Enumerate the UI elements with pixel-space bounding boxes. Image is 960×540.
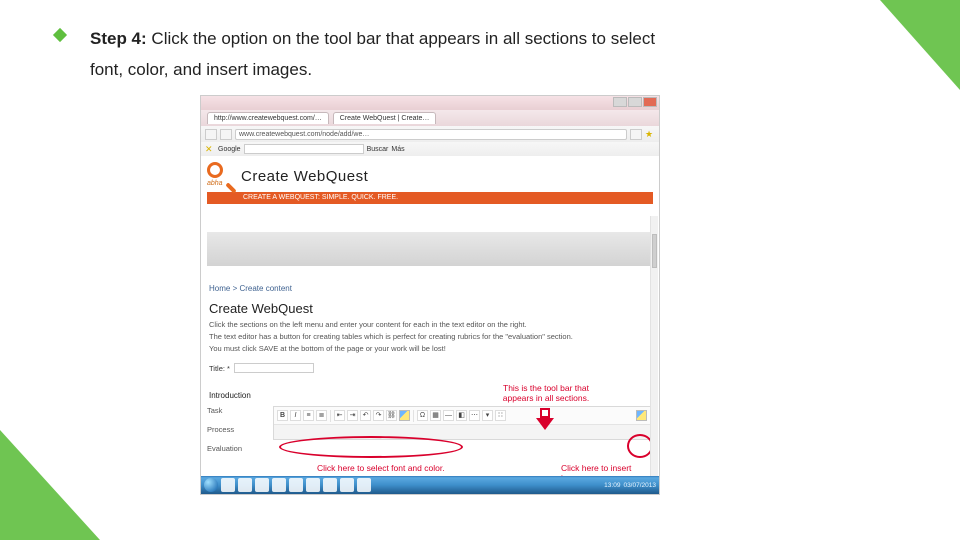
- bullet-icon: [53, 28, 67, 42]
- start-orb-icon[interactable]: [204, 478, 218, 492]
- google-more-btn[interactable]: Más: [391, 146, 404, 153]
- tray-time: 13:09: [604, 482, 620, 489]
- browser-tabs: http://www.createwebquest.com/… Create W…: [201, 110, 659, 126]
- step-line-2: font, color, and insert images.: [90, 60, 312, 80]
- step-line: Step 4: Click the option on the tool bar…: [90, 25, 840, 52]
- fav-icon: ✕: [205, 144, 215, 154]
- bookmark-star-icon[interactable]: ★: [645, 129, 655, 139]
- source-button[interactable]: ◧: [456, 410, 467, 421]
- more-button-3[interactable]: ∷: [495, 410, 506, 421]
- task-icon-2[interactable]: [238, 478, 252, 492]
- screenshot: http://www.createwebquest.com/… Create W…: [200, 95, 660, 495]
- callout-toolbar: This is the tool bar that appears in all…: [491, 384, 601, 404]
- window-close-button[interactable]: [643, 97, 657, 107]
- browser-tab-1[interactable]: http://www.createwebquest.com/…: [207, 112, 329, 124]
- tray-date: 03/07/2013: [623, 482, 656, 489]
- task-icon-6[interactable]: [306, 478, 320, 492]
- decor-triangle-bottom: [0, 430, 100, 540]
- page-title: Create WebQuest: [209, 301, 651, 316]
- address-bar-row: www.createwebquest.com/node/add/we… ★: [201, 126, 659, 142]
- ad-banner: [207, 232, 653, 266]
- author-label: abha: [207, 180, 223, 187]
- task-icon-9[interactable]: [357, 478, 371, 492]
- google-search-input[interactable]: [244, 144, 364, 154]
- indent-button[interactable]: ⇥: [347, 410, 358, 421]
- intro-p2: The text editor has a button for creatin…: [209, 332, 651, 342]
- section-item-evaluation[interactable]: Evaluation: [207, 444, 267, 453]
- nav-fwd-button[interactable]: [220, 129, 232, 140]
- task-icon-8[interactable]: [340, 478, 354, 492]
- task-icon-1[interactable]: [221, 478, 235, 492]
- toolbar-sep-2: [413, 410, 414, 422]
- breadcrumb[interactable]: Home > Create content: [209, 284, 651, 293]
- insert-image-button[interactable]: [636, 410, 647, 421]
- hr-button[interactable]: —: [443, 410, 454, 421]
- intro-p3: You must click SAVE at the bottom of the…: [209, 344, 651, 354]
- title-label: Title: *: [209, 364, 230, 373]
- task-icon-4[interactable]: [272, 478, 286, 492]
- tagline-bar: CREATE A WEBQUEST: SIMPLE. QUICK. FREE.: [207, 192, 653, 204]
- address-input[interactable]: www.createwebquest.com/node/add/we…: [235, 129, 627, 140]
- task-icon-7[interactable]: [323, 478, 337, 492]
- table-button[interactable]: ▦: [430, 410, 441, 421]
- page-scrollbar[interactable]: [650, 216, 658, 476]
- task-icon-3[interactable]: [255, 478, 269, 492]
- window-min-button[interactable]: [613, 97, 627, 107]
- link-button[interactable]: ⛓: [386, 410, 397, 421]
- title-input[interactable]: [234, 363, 314, 373]
- browser-tab-2[interactable]: Create WebQuest | Create…: [333, 112, 437, 124]
- page-area: Create WebQuest abha CREATE A WEBQUEST: …: [201, 156, 659, 494]
- undo-button[interactable]: ↶: [360, 410, 371, 421]
- nav-back-button[interactable]: [205, 129, 217, 140]
- section-item-process[interactable]: Process: [207, 425, 267, 434]
- toolbar-sep: [330, 410, 331, 422]
- arrow-down-icon: [536, 408, 554, 430]
- google-toolbar: ✕ Google Buscar Más: [201, 142, 659, 156]
- more-button-2[interactable]: ▾: [482, 410, 493, 421]
- intro-p1: Click the sections on the left menu and …: [209, 320, 651, 330]
- site-brand: Create WebQuest: [241, 168, 368, 185]
- decor-triangle-top: [880, 0, 960, 90]
- step-text-a: Click the option on the tool bar that ap…: [151, 29, 655, 48]
- bold-button[interactable]: B: [277, 410, 288, 421]
- google-search-btn[interactable]: Buscar: [367, 146, 389, 153]
- window-titlebar: [201, 96, 659, 110]
- section-item-task[interactable]: Task: [207, 406, 267, 415]
- bullets-button[interactable]: ≡: [303, 410, 314, 421]
- callout-font-color: Click here to select font and color.: [317, 464, 447, 474]
- italic-button[interactable]: I: [290, 410, 301, 421]
- window-max-button[interactable]: [628, 97, 642, 107]
- reload-button[interactable]: [630, 129, 642, 140]
- color-button[interactable]: [399, 410, 410, 421]
- outdent-button[interactable]: ⇤: [334, 410, 345, 421]
- omega-button[interactable]: Ω: [417, 410, 428, 421]
- system-tray: 13:09 03/07/2013: [604, 482, 656, 489]
- taskbar: 13:09 03/07/2013: [201, 476, 659, 494]
- step-label: Step 4:: [90, 29, 147, 48]
- scrollbar-thumb[interactable]: [652, 234, 657, 268]
- google-brand: Google: [218, 146, 241, 153]
- more-button-1[interactable]: ⋯: [469, 410, 480, 421]
- task-icon-5[interactable]: [289, 478, 303, 492]
- editor: B I ≡ ≣ ⇤ ⇥ ↶ ↷ ⛓ Ω ▦ —: [273, 406, 653, 440]
- section-list: Task Process Evaluation: [207, 406, 267, 453]
- title-field: Title: *: [209, 363, 651, 373]
- editor-toolbar: B I ≡ ≣ ⇤ ⇥ ↶ ↷ ⛓ Ω ▦ —: [274, 407, 652, 425]
- numbers-button[interactable]: ≣: [316, 410, 327, 421]
- ellipse-toolbar: [279, 436, 463, 458]
- redo-button[interactable]: ↷: [373, 410, 384, 421]
